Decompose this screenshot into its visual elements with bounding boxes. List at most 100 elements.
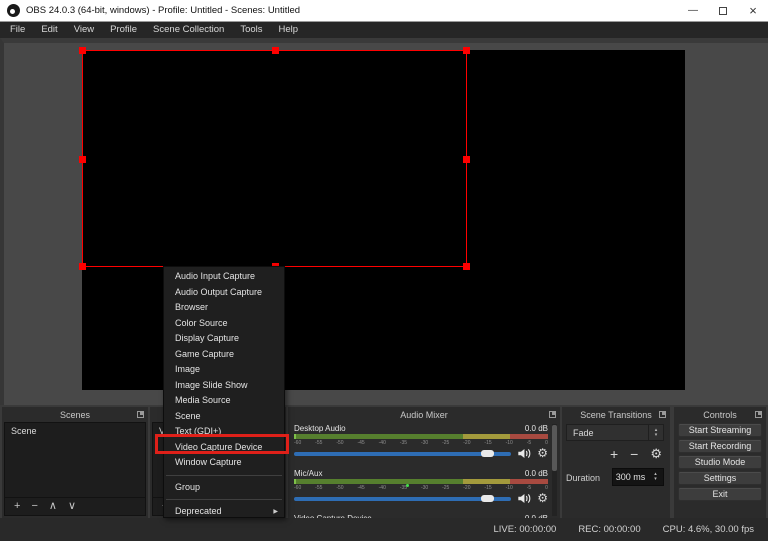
control-button[interactable]: Start Recording [678, 439, 762, 453]
meter-tick-label: -30 [420, 485, 429, 491]
control-button[interactable]: Studio Mode [678, 455, 762, 469]
rec-time: REC: 00:00:00 [578, 524, 641, 535]
meter-tick-label: -20 [463, 440, 471, 446]
meter-tick-label: -25 [442, 485, 450, 491]
context-menu-item[interactable]: Media Source [164, 393, 284, 409]
slider-handle[interactable] [480, 450, 494, 457]
scenes-toolbar-button[interactable]: − [31, 501, 37, 512]
scenes-toolbar-button[interactable]: ∧ [49, 501, 57, 512]
scenes-toolbar-button[interactable]: ∨ [68, 501, 76, 512]
source-selection-rect[interactable] [79, 47, 470, 270]
context-menu-item[interactable]: Audio Input Capture [164, 269, 284, 285]
spin-down-icon: ▾ [654, 431, 658, 438]
scene-name: Scene [11, 426, 37, 436]
resize-handle-top-left[interactable] [79, 47, 86, 54]
mixer-panel-title: Audio Mixer [400, 409, 448, 420]
context-menu-item-label: Game Capture [175, 348, 235, 359]
resize-handle-mid-right[interactable] [463, 155, 470, 163]
menu-bar-item[interactable]: Help [271, 22, 307, 38]
transition-select[interactable]: Fade ▴ ▾ [566, 424, 664, 441]
meter-tick-label: -40 [378, 440, 386, 446]
close-button[interactable]: × [738, 0, 768, 21]
control-button-label: Exit [712, 489, 728, 499]
controls-panel-header[interactable]: Controls [674, 407, 766, 422]
transitions-panel-header[interactable]: Scene Transitions [562, 407, 670, 422]
preview-area[interactable] [0, 38, 768, 405]
control-button[interactable]: Settings [678, 471, 762, 485]
control-button-label: Settings [703, 473, 737, 483]
menu-bar-item[interactable]: Edit [33, 22, 65, 38]
control-button-label: Start Streaming [688, 425, 752, 435]
menu-bar-item[interactable]: File [2, 22, 33, 38]
context-menu-item-label: Image [175, 364, 201, 375]
menu-bar-item[interactable]: View [66, 22, 102, 38]
resize-handle-bottom-left[interactable] [79, 263, 86, 270]
channel-settings-gear-icon[interactable]: ⚙ [537, 447, 548, 460]
mixer-scrollbar[interactable] [552, 424, 557, 516]
control-button-label: Studio Mode [694, 457, 746, 467]
meter-tick-label: -45 [357, 485, 365, 491]
context-menu-item-label: Image Slide Show [175, 379, 248, 390]
context-menu-item[interactable]: Deprecated ▶ [164, 504, 284, 520]
speaker-icon[interactable] [517, 447, 531, 460]
resize-handle-top-right[interactable] [463, 47, 470, 54]
context-menu-item[interactable]: Window Capture [164, 455, 284, 471]
control-button[interactable]: Start Streaming [678, 423, 762, 437]
scenes-toolbar-button[interactable]: + [14, 501, 20, 512]
mixer-scrollbar-thumb[interactable] [552, 425, 557, 471]
scenes-list[interactable]: Scene + − ∧ ∨ [4, 422, 146, 516]
channel-settings-gear-icon[interactable]: ⚙ [537, 492, 548, 505]
meter-tick-label: -40 [378, 485, 386, 491]
meter-tick-label: -10 [505, 440, 513, 446]
controls-panel-title: Controls [703, 409, 737, 420]
context-menu-item[interactable]: Audio Output Capture [164, 285, 284, 301]
volume-slider[interactable] [294, 447, 512, 460]
dock-float-icon[interactable] [659, 411, 666, 418]
scene-list-item[interactable]: Scene [5, 423, 145, 439]
context-menu-item-label: Browser [175, 302, 209, 313]
menu-bar-item[interactable]: Scene Collection [145, 22, 232, 38]
resize-handle-bottom-right[interactable] [463, 263, 470, 270]
context-menu-item[interactable]: Color Source [164, 316, 284, 332]
dock-float-icon[interactable] [549, 411, 556, 418]
context-menu-item[interactable]: Image [164, 362, 284, 378]
dock-float-icon[interactable] [137, 411, 144, 418]
meter-scale: -60 -55 -50 -45 -40 -35 -30 -25 -20 -15 -10 -5 0 [294, 439, 548, 446]
meter-tick-label: -30 [420, 440, 429, 446]
meter-tick-label: -35 [399, 440, 408, 446]
scenes-panel-header[interactable]: Scenes [2, 407, 148, 422]
duration-spinbox[interactable]: 300 ms ▴ ▾ [612, 468, 664, 486]
slider-handle[interactable] [480, 495, 494, 502]
context-menu-item[interactable] [166, 499, 282, 500]
remove-transition-button[interactable]: − [630, 446, 638, 462]
live-time: LIVE: 00:00:00 [493, 524, 557, 535]
resize-handle-top-mid[interactable] [271, 47, 279, 54]
menu-bar-item[interactable]: Tools [232, 22, 270, 38]
context-menu-item[interactable]: Display Capture [164, 331, 284, 347]
mixer-channel: Mic/Aux 0.0 dB -60 -55 -50 -45 -40 -35 -30 -25-… [294, 469, 548, 510]
dock-float-icon[interactable] [755, 411, 762, 418]
speaker-icon[interactable] [517, 492, 531, 505]
context-menu-item[interactable]: Scene [164, 409, 284, 425]
menu-bar-item[interactable]: Profile [102, 22, 145, 38]
transition-settings-gear-icon[interactable]: ⚙ [650, 446, 662, 462]
maximize-button[interactable] [708, 0, 738, 21]
context-menu-item-label: Group [175, 481, 201, 492]
context-menu-item-label: Display Capture [175, 333, 240, 344]
mixer-panel-header[interactable]: Audio Mixer [288, 407, 560, 422]
add-transition-button[interactable]: + [610, 446, 618, 462]
transition-select-arrows[interactable]: ▴ ▾ [648, 425, 663, 440]
context-menu-item[interactable] [166, 474, 282, 476]
dock-area: Scenes Scene +−∧∨ Sources Video Capture … [0, 405, 768, 518]
context-menu-item[interactable]: Browser [164, 300, 284, 316]
resize-handle-mid-left[interactable] [79, 155, 86, 163]
scenes-toolbar: + − ∧ ∨ [5, 497, 145, 515]
context-menu-item[interactable]: Game Capture [164, 347, 284, 363]
duration-spin-arrows[interactable]: ▴ ▾ [648, 469, 663, 485]
minimize-button[interactable]: — [678, 0, 708, 21]
context-menu-item[interactable]: Group [164, 480, 284, 496]
volume-slider[interactable] [294, 492, 512, 505]
meter-tick-label: 0 [545, 440, 548, 446]
context-menu-item[interactable]: Image Slide Show [164, 378, 284, 394]
control-button[interactable]: Exit [678, 487, 762, 501]
